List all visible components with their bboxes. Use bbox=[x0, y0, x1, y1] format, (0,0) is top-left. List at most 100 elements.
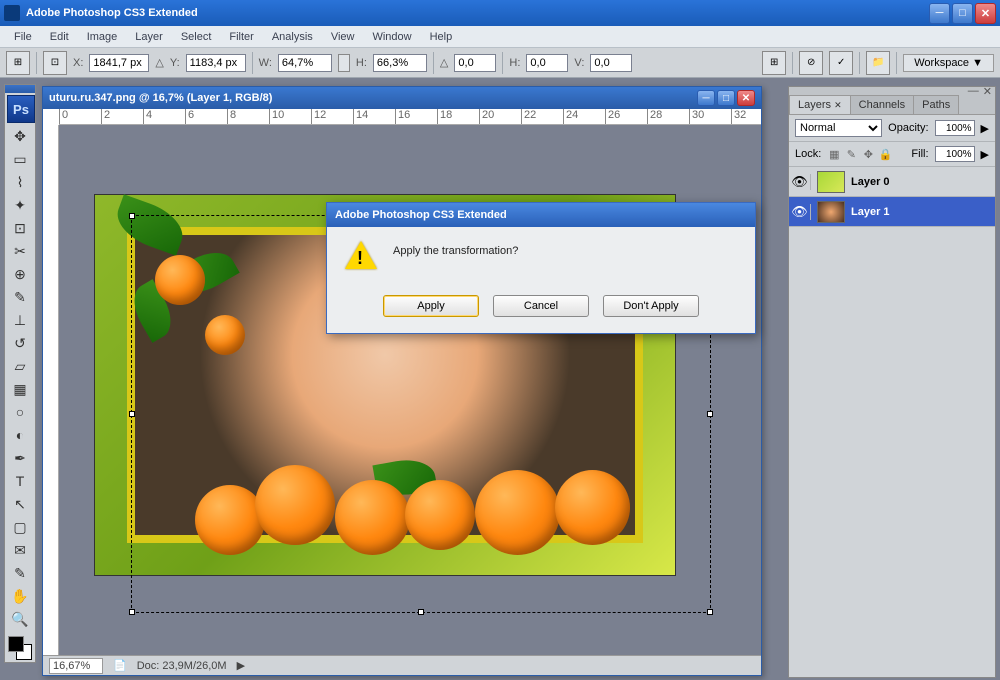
menu-select[interactable]: Select bbox=[173, 29, 220, 45]
fill-input[interactable] bbox=[935, 146, 975, 162]
cancel-transform-icon[interactable]: ⊘ bbox=[799, 51, 823, 75]
layer-name[interactable]: Layer 0 bbox=[851, 176, 890, 188]
ps-logo-icon[interactable]: Ps bbox=[7, 95, 35, 123]
zoom-field[interactable]: 16,67% bbox=[49, 658, 103, 674]
menu-window[interactable]: Window bbox=[364, 29, 419, 45]
visibility-icon[interactable]: 👁 bbox=[789, 204, 811, 220]
eraser-tool[interactable]: ▱ bbox=[7, 355, 33, 377]
hand-tool[interactable]: ✋ bbox=[7, 585, 33, 607]
doc-info-arrow-icon[interactable]: ▶ bbox=[237, 659, 245, 672]
menu-image[interactable]: Image bbox=[79, 29, 126, 45]
wand-tool[interactable]: ✦ bbox=[7, 194, 33, 216]
document-window: uturu.ru.347.png @ 16,7% (Layer 1, RGB/8… bbox=[42, 86, 762, 676]
apply-button[interactable]: Apply bbox=[383, 295, 479, 317]
zoom-tool[interactable]: 🔍 bbox=[7, 608, 33, 630]
slice-tool[interactable]: ✂ bbox=[7, 240, 33, 262]
dodge-tool[interactable]: ◐ bbox=[7, 424, 33, 446]
close-button[interactable]: ✕ bbox=[975, 3, 996, 24]
angle-input[interactable] bbox=[454, 54, 496, 72]
lock-pixels-icon[interactable]: ✎ bbox=[844, 148, 858, 161]
minimize-button[interactable]: ─ bbox=[929, 3, 950, 24]
layers-panel: — ✕ Layers ✕ Channels Paths Normal Opaci… bbox=[788, 86, 996, 678]
panel-collapse-icon[interactable]: — bbox=[968, 85, 979, 97]
layer-row[interactable]: 👁 Layer 0 bbox=[789, 167, 995, 197]
doc-minimize-button[interactable]: ─ bbox=[697, 90, 715, 106]
delta-icon[interactable]: △ bbox=[155, 56, 163, 69]
lock-label: Lock: bbox=[795, 148, 821, 160]
document-titlebar[interactable]: uturu.ru.347.png @ 16,7% (Layer 1, RGB/8… bbox=[43, 87, 761, 109]
hskew-label: H: bbox=[509, 57, 520, 69]
eyedropper-tool[interactable]: ✎ bbox=[7, 562, 33, 584]
brush-tool[interactable]: ✎ bbox=[7, 286, 33, 308]
type-tool[interactable]: T bbox=[7, 470, 33, 492]
fill-label: Fill: bbox=[911, 148, 928, 160]
tab-paths[interactable]: Paths bbox=[913, 95, 959, 114]
tab-layers[interactable]: Layers ✕ bbox=[789, 95, 851, 114]
dialog-title: Adobe Photoshop CS3 Extended bbox=[335, 209, 507, 221]
path-select-tool[interactable]: ↖ bbox=[7, 493, 33, 515]
workspace-button[interactable]: Workspace ▼ bbox=[903, 54, 994, 72]
lock-position-icon[interactable]: ✥ bbox=[861, 148, 875, 161]
confirm-dialog: Adobe Photoshop CS3 Extended Apply the t… bbox=[326, 202, 756, 334]
heal-tool[interactable]: ⊕ bbox=[7, 263, 33, 285]
layer-name[interactable]: Layer 1 bbox=[851, 206, 890, 218]
link-wh-icon[interactable] bbox=[338, 54, 350, 72]
doc-close-button[interactable]: ✕ bbox=[737, 90, 755, 106]
hskew-input[interactable] bbox=[526, 54, 568, 72]
h-input[interactable] bbox=[373, 54, 427, 72]
menu-help[interactable]: Help bbox=[422, 29, 461, 45]
ruler-horizontal[interactable]: 0 2 4 6 8 10 12 14 16 18 20 22 24 26 28 … bbox=[59, 109, 761, 125]
blend-mode-select[interactable]: Normal bbox=[795, 119, 882, 137]
transform-tool-icon[interactable]: ⊞ bbox=[6, 51, 30, 75]
warp-mode-icon[interactable]: ⊞ bbox=[762, 51, 786, 75]
dialog-titlebar[interactable]: Adobe Photoshop CS3 Extended bbox=[327, 203, 755, 227]
reference-point-icon[interactable]: ⊡ bbox=[43, 51, 67, 75]
menu-edit[interactable]: Edit bbox=[42, 29, 77, 45]
panel-close-icon[interactable]: ✕ bbox=[983, 85, 992, 98]
stamp-tool[interactable]: ⊥ bbox=[7, 309, 33, 331]
bridge-icon[interactable]: 📁 bbox=[866, 51, 890, 75]
doc-info-icon[interactable]: 📄 bbox=[113, 659, 127, 672]
gradient-tool[interactable]: ▦ bbox=[7, 378, 33, 400]
crop-tool[interactable]: ⊡ bbox=[7, 217, 33, 239]
panel-tabs: Layers ✕ Channels Paths bbox=[789, 95, 995, 115]
y-input[interactable] bbox=[186, 54, 246, 72]
lock-transparency-icon[interactable]: ▦ bbox=[827, 148, 841, 161]
notes-tool[interactable]: ✉ bbox=[7, 539, 33, 561]
layer-thumbnail[interactable] bbox=[817, 201, 845, 223]
x-input[interactable] bbox=[89, 54, 149, 72]
opacity-flyout-icon[interactable]: ▶ bbox=[981, 122, 989, 135]
opacity-input[interactable] bbox=[935, 120, 975, 136]
menu-view[interactable]: View bbox=[323, 29, 363, 45]
lasso-tool[interactable]: ⌇ bbox=[7, 171, 33, 193]
color-swatches[interactable] bbox=[8, 636, 32, 660]
lock-all-icon[interactable]: 🔒 bbox=[878, 148, 892, 161]
ruler-vertical[interactable] bbox=[43, 125, 59, 655]
fill-flyout-icon[interactable]: ▶ bbox=[981, 148, 989, 161]
vskew-label: V: bbox=[574, 57, 584, 69]
w-input[interactable] bbox=[278, 54, 332, 72]
pen-tool[interactable]: ✒ bbox=[7, 447, 33, 469]
history-brush-tool[interactable]: ↺ bbox=[7, 332, 33, 354]
tab-channels[interactable]: Channels bbox=[850, 95, 914, 114]
shape-tool[interactable]: ▢ bbox=[7, 516, 33, 538]
layer-row[interactable]: 👁 Layer 1 bbox=[789, 197, 995, 227]
layer-thumbnail[interactable] bbox=[817, 171, 845, 193]
x-label: X: bbox=[73, 57, 83, 69]
options-bar: ⊞ ⊡ X: △ Y: W: H: △ H: V: ⊞ ⊘ ✓ 📁 Worksp… bbox=[0, 48, 1000, 78]
move-tool[interactable]: ✥ bbox=[7, 125, 33, 147]
blur-tool[interactable]: ○ bbox=[7, 401, 33, 423]
menu-layer[interactable]: Layer bbox=[127, 29, 171, 45]
menu-filter[interactable]: Filter bbox=[221, 29, 261, 45]
cancel-button[interactable]: Cancel bbox=[493, 295, 589, 317]
vskew-input[interactable] bbox=[590, 54, 632, 72]
dont-apply-button[interactable]: Don't Apply bbox=[603, 295, 699, 317]
menu-file[interactable]: File bbox=[6, 29, 40, 45]
commit-transform-icon[interactable]: ✓ bbox=[829, 51, 853, 75]
maximize-button[interactable]: □ bbox=[952, 3, 973, 24]
visibility-icon[interactable]: 👁 bbox=[789, 174, 811, 190]
menu-analysis[interactable]: Analysis bbox=[264, 29, 321, 45]
marquee-tool[interactable]: ▭ bbox=[7, 148, 33, 170]
doc-info: Doc: 23,9M/26,0M bbox=[137, 660, 227, 672]
doc-maximize-button[interactable]: □ bbox=[717, 90, 735, 106]
